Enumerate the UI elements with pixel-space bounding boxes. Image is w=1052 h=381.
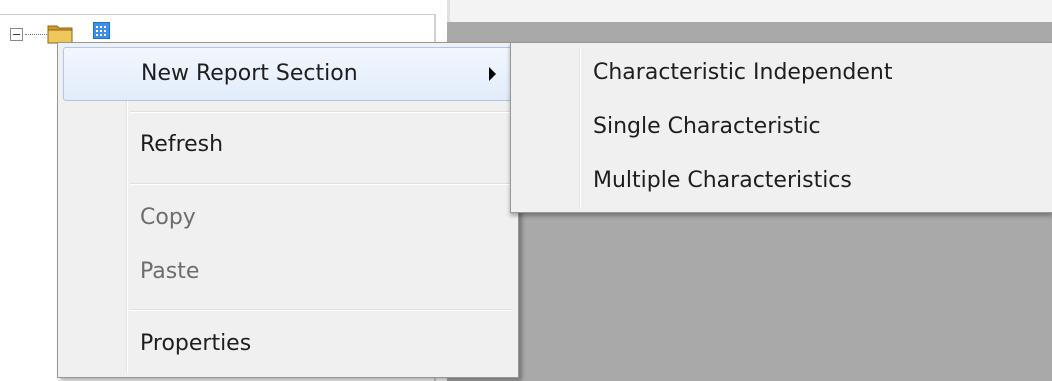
chevron-right-icon: [489, 67, 496, 81]
menu-separator: [130, 309, 512, 311]
menu-separator: [130, 183, 512, 185]
grid-icon[interactable]: [93, 22, 110, 39]
submenu-item-multiple-characteristics[interactable]: Multiple Characteristics: [516, 155, 1051, 209]
submenu-item-single-characteristic[interactable]: Single Characteristic: [516, 101, 1051, 155]
menu-item-label: Refresh: [140, 132, 224, 157]
submenu-item-label: Multiple Characteristics: [593, 168, 852, 193]
menu-item-label: Properties: [140, 331, 252, 356]
context-menu: New Report Section Refresh Copy Paste Pr…: [57, 42, 519, 378]
menu-item-properties[interactable]: Properties: [63, 318, 515, 372]
submenu-item-label: Single Characteristic: [593, 114, 821, 139]
menu-item-label: New Report Section: [141, 61, 358, 86]
submenu-item-label: Characteristic Independent: [593, 60, 893, 85]
menu-separator: [130, 111, 512, 113]
menu-item-refresh[interactable]: Refresh: [63, 119, 515, 173]
menu-item-label: Paste: [140, 259, 200, 284]
folder-icon[interactable]: [47, 23, 73, 44]
menu-item-label: Copy: [140, 205, 196, 230]
menu-item-copy[interactable]: Copy: [63, 192, 515, 246]
tree-panel-border: [0, 14, 436, 15]
tree-connector-line: [25, 34, 47, 35]
submenu-item-characteristic-independent[interactable]: Characteristic Independent: [516, 47, 1051, 101]
right-top-panel: [447, 0, 1052, 23]
menu-item-new-report-section[interactable]: New Report Section: [63, 47, 515, 101]
collapse-minus-icon[interactable]: [10, 28, 23, 41]
menu-item-paste[interactable]: Paste: [63, 246, 515, 300]
submenu-new-report-section: Characteristic Independent Single Charac…: [510, 42, 1052, 213]
